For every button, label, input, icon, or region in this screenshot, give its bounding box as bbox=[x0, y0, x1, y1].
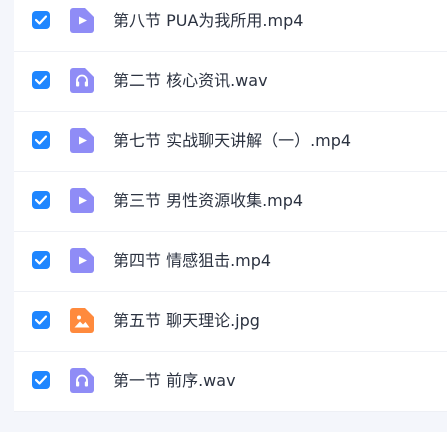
audio-file-icon bbox=[70, 68, 94, 93]
file-row[interactable]: 第二节 核心资讯.wav bbox=[14, 52, 447, 112]
file-row[interactable]: 第七节 实战聊天讲解（一）.mp4 bbox=[14, 112, 447, 172]
file-name[interactable]: 第八节 PUA为我所用.mp4 bbox=[113, 10, 303, 32]
checkmark-icon bbox=[35, 75, 47, 85]
file-row[interactable]: 第五节 聊天理论.jpg bbox=[14, 292, 447, 352]
video-file-icon bbox=[70, 188, 94, 213]
checkbox-checked[interactable] bbox=[32, 11, 50, 29]
video-file-icon bbox=[70, 128, 94, 153]
file-name[interactable]: 第七节 实战聊天讲解（一）.mp4 bbox=[113, 130, 351, 152]
file-list: 第八节 PUA为我所用.mp4 第二节 核心资讯.wav 第七节 实战聊天讲解（… bbox=[14, 0, 447, 432]
checkbox-checked[interactable] bbox=[32, 371, 50, 389]
audio-file-icon bbox=[70, 368, 94, 393]
file-name[interactable]: 第一节 前序.wav bbox=[113, 370, 236, 392]
file-name[interactable]: 第四节 情感狙击.mp4 bbox=[113, 250, 271, 272]
checkbox-checked[interactable] bbox=[32, 311, 50, 329]
checkmark-icon bbox=[35, 135, 47, 145]
file-row[interactable]: 第八节 PUA为我所用.mp4 bbox=[14, 0, 447, 52]
file-row[interactable]: 第三节 男性资源收集.mp4 bbox=[14, 172, 447, 232]
checkbox-checked[interactable] bbox=[32, 251, 50, 269]
video-file-icon bbox=[70, 8, 94, 33]
file-name[interactable]: 第三节 男性资源收集.mp4 bbox=[113, 190, 303, 212]
checkmark-icon bbox=[35, 375, 47, 385]
checkmark-icon bbox=[35, 195, 47, 205]
file-name[interactable]: 第二节 核心资讯.wav bbox=[113, 70, 268, 92]
image-file-icon bbox=[70, 308, 94, 333]
file-row[interactable]: 第一节 前序.wav bbox=[14, 352, 447, 412]
file-row[interactable]: 第四节 情感狙击.mp4 bbox=[14, 232, 447, 292]
file-name[interactable]: 第五节 聊天理论.jpg bbox=[113, 310, 260, 332]
checkbox-checked[interactable] bbox=[32, 191, 50, 209]
checkbox-checked[interactable] bbox=[32, 71, 50, 89]
checkbox-checked[interactable] bbox=[32, 131, 50, 149]
checkmark-icon bbox=[35, 15, 47, 25]
checkmark-icon bbox=[35, 315, 47, 325]
video-file-icon bbox=[70, 248, 94, 273]
checkmark-icon bbox=[35, 255, 47, 265]
